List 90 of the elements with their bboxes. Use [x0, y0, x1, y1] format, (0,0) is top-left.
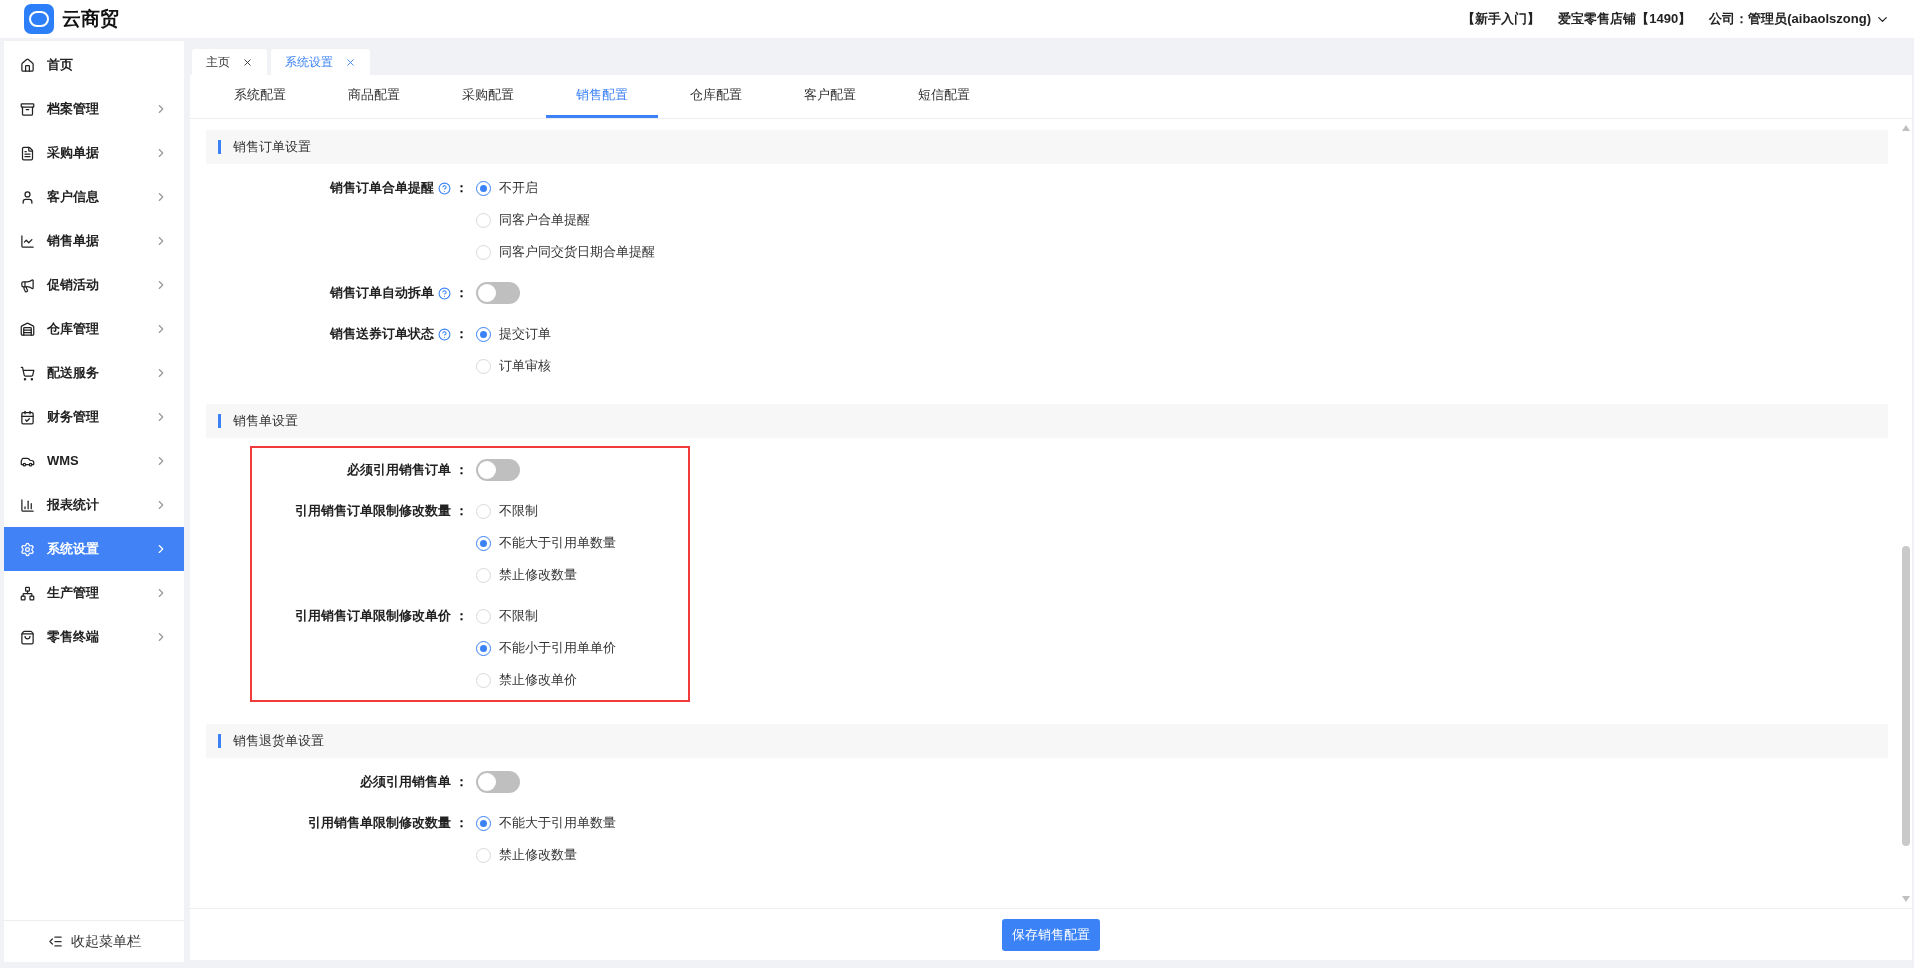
config-tab[interactable]: 销售配置	[546, 75, 658, 118]
scroll-down-icon[interactable]	[1902, 896, 1910, 902]
header-link[interactable]: 公司：管理员(aibaolszong)	[1709, 9, 1871, 29]
toggle-switch[interactable]	[476, 282, 520, 304]
sidebar-item[interactable]: 促销活动	[4, 263, 184, 307]
house-icon	[20, 321, 35, 337]
home-icon	[20, 57, 35, 73]
radio-button[interactable]	[476, 815, 491, 831]
scroll-up-icon[interactable]	[1902, 125, 1910, 131]
config-tab[interactable]: 仓库配置	[660, 75, 772, 118]
radio-label: 禁止修改单价	[499, 671, 577, 690]
label-colon: ：	[455, 179, 468, 198]
label-colon: ：	[455, 284, 468, 303]
label-colon: ：	[455, 461, 468, 480]
sidebar-item[interactable]: 系统设置	[4, 527, 184, 571]
sidebar-item[interactable]: 生产管理	[4, 571, 184, 615]
sidebar-item[interactable]: 销售单据	[4, 219, 184, 263]
toggle-switch[interactable]	[476, 771, 520, 793]
sidebar-item[interactable]: 客户信息	[4, 175, 184, 219]
field-label: 引用销售订单限制修改单价	[295, 607, 451, 626]
radio-label: 订单审核	[499, 357, 551, 376]
section-title: 销售退货单设置	[233, 732, 324, 751]
sidebar-item[interactable]: 财务管理	[4, 395, 184, 439]
sidebar-item[interactable]: 配送服务	[4, 351, 184, 395]
page-tab[interactable]: 主页	[192, 49, 267, 75]
radio-label: 禁止修改数量	[499, 846, 577, 865]
radio-label: 不开启	[499, 179, 538, 198]
radio-label: 同客户同交货日期合单提醒	[499, 243, 655, 262]
network-icon	[20, 585, 35, 601]
field-label: 销售送券订单状态	[330, 325, 434, 344]
radio-label: 不限制	[499, 502, 538, 521]
radio-button[interactable]	[476, 640, 491, 656]
radio-label: 不能大于引用单数量	[499, 534, 616, 553]
megaphone-icon	[20, 277, 35, 293]
save-button[interactable]: 保存销售配置	[1002, 918, 1100, 951]
radio-button[interactable]	[476, 180, 491, 196]
sidebar-item[interactable]: 采购单据	[4, 131, 184, 175]
radio-label: 不能小于引用单单价	[499, 639, 616, 658]
bar-chart-icon	[20, 497, 35, 513]
config-tab[interactable]: 商品配置	[318, 75, 430, 118]
header-link[interactable]: 爱宝零售店铺【1490】	[1558, 9, 1692, 29]
help-icon[interactable]	[438, 181, 451, 195]
radio-button[interactable]	[476, 535, 491, 551]
help-icon[interactable]	[438, 327, 451, 341]
label-colon: ：	[455, 814, 468, 833]
radio-label: 不限制	[499, 607, 538, 626]
sidebar-item[interactable]: 仓库管理	[4, 307, 184, 351]
field-label: 引用销售单限制修改数量	[308, 814, 451, 833]
field-label: 销售订单自动拆单	[330, 284, 434, 303]
archive-icon	[20, 101, 35, 117]
config-tab[interactable]: 短信配置	[888, 75, 1000, 118]
header-link[interactable]: 【新手入门】	[1462, 9, 1541, 29]
radio-label: 禁止修改数量	[499, 566, 577, 585]
field-label: 销售订单合单提醒	[330, 179, 434, 198]
label-colon: ：	[455, 607, 468, 626]
toggle-switch[interactable]	[476, 459, 520, 481]
label-colon: ：	[455, 325, 468, 344]
section-title: 销售订单设置	[233, 138, 311, 157]
cart-icon	[20, 365, 35, 381]
config-tab[interactable]: 客户配置	[774, 75, 886, 118]
label-colon: ：	[455, 502, 468, 521]
sidebar-item[interactable]: 首页	[4, 43, 184, 87]
settings-icon	[20, 541, 35, 557]
close-icon[interactable]	[242, 56, 253, 68]
field-label: 引用销售订单限制修改数量	[295, 502, 451, 521]
app-name: 云商贸	[62, 6, 119, 31]
label-colon: ：	[455, 773, 468, 792]
sidebar-item[interactable]: 零售终端	[4, 615, 184, 659]
bag-icon	[20, 629, 35, 645]
document-icon	[20, 145, 35, 161]
calendar-icon	[20, 409, 35, 425]
sidebar-item[interactable]: 报表统计	[4, 483, 184, 527]
radio-label: 不能大于引用单数量	[499, 814, 616, 833]
collapse-menu-button[interactable]: 收起菜单栏	[4, 920, 184, 962]
help-icon[interactable]	[438, 286, 451, 300]
collapse-icon	[47, 934, 63, 949]
config-tab[interactable]: 采购配置	[432, 75, 544, 118]
config-tab[interactable]: 系统配置	[204, 75, 316, 118]
page-tab[interactable]: 系统设置	[271, 49, 370, 75]
section-title: 销售单设置	[233, 412, 298, 431]
user-icon	[20, 189, 35, 205]
radio-button[interactable]	[476, 326, 491, 342]
radio-label: 同客户合单提醒	[499, 211, 590, 230]
sidebar-item[interactable]: 档案管理	[4, 87, 184, 131]
field-label: 必须引用销售订单	[347, 461, 451, 480]
line-chart-icon	[20, 233, 35, 249]
logo-icon	[24, 4, 54, 34]
field-label: 必须引用销售单	[360, 773, 451, 792]
radio-label: 提交订单	[499, 325, 551, 344]
sidebar-item[interactable]: WMS	[4, 439, 184, 483]
